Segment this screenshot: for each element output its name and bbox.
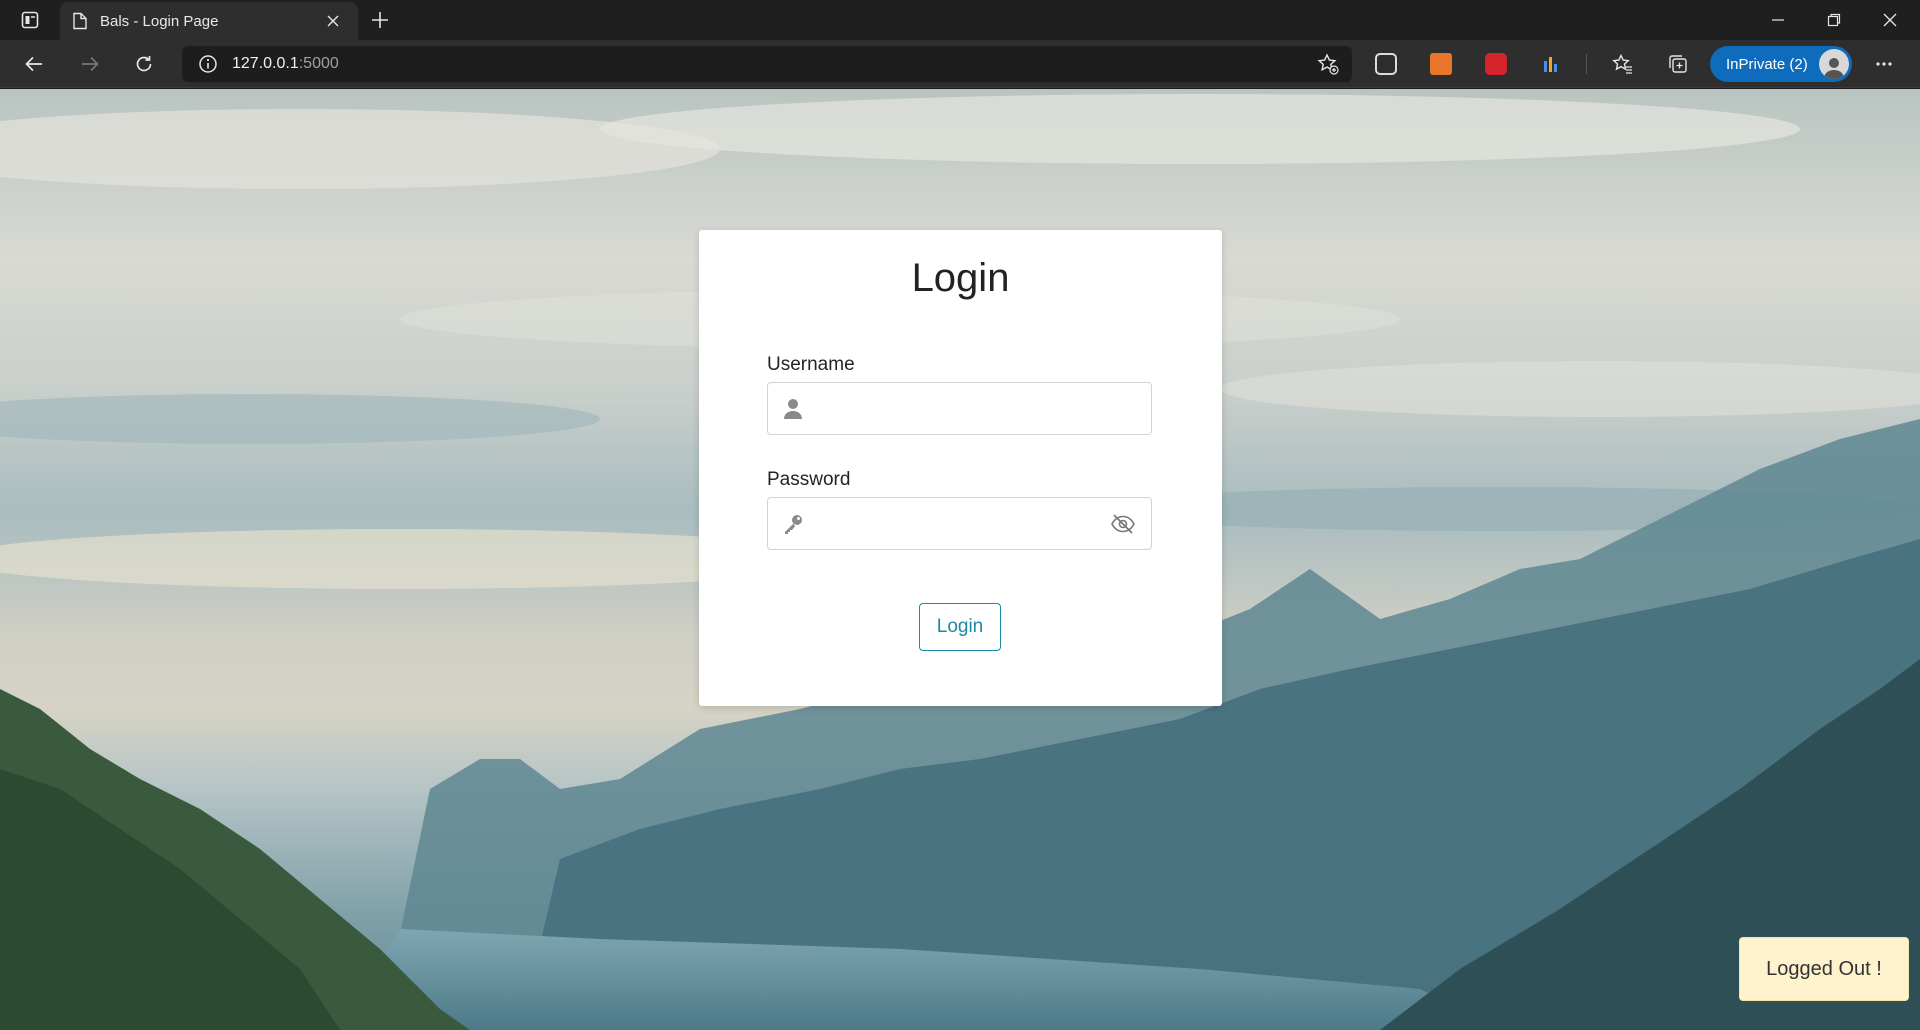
tab-actions-icon <box>21 11 39 29</box>
tab-close-button[interactable] <box>320 8 346 34</box>
refresh-button[interactable] <box>126 46 162 82</box>
profile-button[interactable]: InPrivate (2) <box>1710 46 1852 82</box>
toggle-password-visibility-button[interactable] <box>1095 498 1151 549</box>
browser-tab[interactable]: Bals - Login Page <box>60 2 358 40</box>
close-icon <box>1883 13 1897 27</box>
extension-chart-icon[interactable] <box>1540 53 1562 75</box>
password-input[interactable] <box>818 498 1095 549</box>
close-window-button[interactable] <box>1862 0 1918 40</box>
close-icon <box>327 15 339 27</box>
favorites-button[interactable] <box>1605 46 1641 82</box>
extension-shield-icon[interactable] <box>1485 53 1507 75</box>
forward-arrow-icon <box>82 56 99 72</box>
username-label: Username <box>767 354 855 375</box>
favorites-icon <box>1612 53 1632 74</box>
minimize-button[interactable] <box>1750 0 1806 40</box>
address-bar[interactable]: 127.0.0.1:5000 <box>182 46 1352 82</box>
collections-button[interactable] <box>1660 46 1696 82</box>
user-icon <box>768 383 818 434</box>
tab-title: Bals - Login Page <box>100 12 219 30</box>
password-label: Password <box>767 469 851 490</box>
minimize-icon <box>1772 19 1784 21</box>
url-text: 127.0.0.1:5000 <box>232 55 339 73</box>
forward-button[interactable] <box>72 46 108 82</box>
page-icon <box>73 12 87 30</box>
profile-label: InPrivate (2) <box>1726 55 1808 73</box>
username-field <box>767 382 1152 435</box>
avatar <box>1819 49 1849 79</box>
eye-slash-icon <box>1111 513 1135 534</box>
collections-icon <box>1669 55 1687 73</box>
chart-bars-icon <box>1544 57 1557 72</box>
plus-icon <box>372 12 388 28</box>
key-icon <box>768 498 818 549</box>
page-title: Login <box>911 256 1010 300</box>
restore-icon <box>1827 13 1841 27</box>
url-port: :5000 <box>298 55 339 72</box>
site-info-button[interactable] <box>190 46 226 82</box>
add-favorite-button[interactable] <box>1310 46 1346 82</box>
info-icon <box>199 55 217 73</box>
more-button[interactable] <box>1866 46 1902 82</box>
toolbar-separator <box>1586 54 1587 74</box>
more-icon <box>1876 62 1892 66</box>
new-tab-button[interactable] <box>364 6 396 34</box>
star-plus-icon <box>1317 53 1339 75</box>
back-arrow-icon <box>25 56 42 72</box>
page-viewport: Login Username Password Login Logged Out… <box>0 89 1920 1030</box>
person-icon <box>1824 58 1844 79</box>
logout-toast: Logged Out ! <box>1739 937 1909 1001</box>
browser-titlebar: Bals - Login Page <box>0 0 1920 40</box>
browser-toolbar: 127.0.0.1:5000 InPrivate (2) <box>0 40 1920 88</box>
login-card: Login Username Password Login <box>699 230 1222 706</box>
back-button[interactable] <box>16 46 52 82</box>
extension-translate-icon[interactable] <box>1430 53 1452 75</box>
restore-button[interactable] <box>1806 0 1862 40</box>
login-button[interactable]: Login <box>919 603 1001 651</box>
refresh-icon <box>136 56 152 72</box>
tab-actions-button[interactable] <box>10 6 50 34</box>
extension-1-icon[interactable] <box>1375 53 1397 75</box>
username-input[interactable] <box>818 383 1151 434</box>
password-field <box>767 497 1152 550</box>
url-host: 127.0.0.1 <box>232 55 299 72</box>
